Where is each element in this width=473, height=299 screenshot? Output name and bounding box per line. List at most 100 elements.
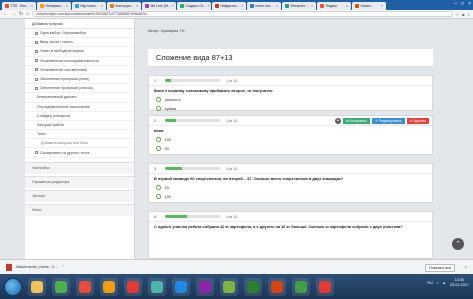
yandex-icon[interactable] — [124, 277, 142, 296]
question-card-3[interactable]: 3 3 из 10 В первой команде 60 спортсмено… — [148, 163, 433, 203]
language-indicator[interactable]: RU — [427, 281, 432, 285]
sidebar-item[interactable]: Ответ в свободной форме — [25, 47, 134, 57]
sidebar-group[interactable]: Параметры редактора — [25, 175, 134, 188]
start-button[interactable] — [4, 277, 22, 296]
back-icon[interactable]: ← — [3, 11, 8, 17]
maximize-button[interactable]: □ — [461, 1, 464, 7]
sidebar-item[interactable]: Заполнение пропусков (поле) — [25, 75, 134, 85]
folder-icon[interactable] — [100, 277, 118, 296]
volume-icon[interactable]: ♪ — [437, 281, 439, 285]
close-tab-icon[interactable]: × — [31, 4, 33, 8]
close-tab-icon[interactable]: × — [101, 4, 103, 8]
chevron-up-icon[interactable]: ⌃ — [62, 265, 65, 269]
sidebar-item[interactable]: Интерактивный диктант — [25, 93, 134, 103]
sidebar-item[interactable]: Установление последовательности — [25, 57, 134, 66]
powerpoint-icon[interactable] — [268, 277, 286, 296]
close-tab-icon[interactable]: × — [172, 4, 174, 8]
browser-tab[interactable]: Конструкт... × — [107, 2, 141, 10]
browser-tab[interactable]: Яндекс × — [317, 2, 351, 10]
show-all-downloads-button[interactable]: Показать все — [425, 264, 455, 272]
sidebar-item[interactable]: Текст — [25, 130, 134, 140]
scroll-to-top-button[interactable]: ⌃ — [452, 238, 464, 250]
sidebar-group[interactable]: Настройки — [25, 161, 134, 174]
paint-icon[interactable] — [292, 277, 310, 296]
answer-option[interactable]: разность — [149, 95, 432, 104]
radio-icon[interactable] — [156, 185, 161, 190]
answer-option[interactable]: 100 — [149, 135, 432, 144]
sidebar-item[interactable]: Один выбор / Мультивыбор — [25, 29, 134, 39]
browser-tab[interactable]: Интернет ... × — [282, 2, 316, 10]
delete-question-button[interactable]: ✕ Удалить — [406, 118, 429, 124]
word-icon[interactable] — [172, 277, 190, 296]
sidebar-group[interactable]: Экспорт — [25, 189, 134, 202]
question-card-2[interactable]: 2 2 из 10 + ⧉ Копировать ✎ Редактировать ✕… — [148, 115, 433, 155]
sidebar-item[interactable]: Скопировать из другого теста — [25, 148, 134, 158]
sidebar-item[interactable]: Установление соответствий — [25, 66, 134, 75]
sidebar-item[interactable]: Заполнение пропусков (список) — [25, 84, 134, 94]
network-icon[interactable]: ▲ — [442, 281, 446, 285]
close-tab-icon[interactable]: × — [207, 4, 209, 8]
explorer-icon[interactable] — [28, 277, 46, 296]
app-icon[interactable] — [148, 277, 166, 296]
media-icon[interactable] — [76, 277, 94, 296]
sidebar-item[interactable]: Ввод числа / текста — [25, 38, 134, 48]
close-download-bar-button[interactable]: × — [465, 264, 467, 269]
answer-option[interactable]: 90 — [149, 144, 432, 153]
question-card-4[interactable]: 4 4 из 10 С одного участка ребята собрал… — [148, 211, 433, 259]
browser-tab[interactable]: Создать От... × — [177, 2, 211, 10]
browser-tab[interactable]: http://cam... × — [72, 2, 106, 10]
close-tab-icon[interactable]: × — [66, 4, 68, 8]
calendar-icon[interactable] — [316, 277, 334, 296]
sidebar-group[interactable]: Итоги — [25, 203, 134, 216]
close-tab-icon[interactable]: × — [346, 4, 348, 8]
reload-icon[interactable]: ↻ — [19, 11, 23, 17]
photo-icon[interactable] — [196, 277, 214, 296]
sidebar-item[interactable]: Слайдер (ползунок) — [25, 112, 134, 121]
download-file-name[interactable]: Attachments_mume...2.... — [16, 265, 58, 269]
close-tab-icon[interactable]: × — [381, 4, 383, 8]
extension-icon[interactable]: ■ — [462, 12, 464, 17]
browser-tab[interactable]: Мп Lern (М... × — [142, 2, 176, 10]
question-actions: + ⧉ Копировать ✎ Редактировать ✕ Удалить — [334, 118, 429, 124]
url-input[interactable]: onlinetestpad.com/account/testmaker/t/25… — [32, 11, 453, 17]
tab-label: Мп Lern (М... — [150, 4, 171, 8]
close-tab-icon[interactable]: × — [136, 4, 138, 8]
minimize-button[interactable]: – — [454, 1, 457, 7]
tab-label: Найди пос... — [220, 4, 240, 8]
browser-tab[interactable]: Найди пос... × — [212, 2, 246, 10]
excel-icon[interactable] — [244, 277, 262, 296]
bookmark-star-icon[interactable]: ☆ — [456, 12, 460, 17]
radio-icon[interactable] — [156, 106, 161, 111]
question-card-1[interactable]: 1 1 из 10 Вопи к первому слагаемому приб… — [148, 75, 433, 111]
radio-icon[interactable] — [156, 137, 161, 142]
sidebar-item[interactable]: Загрузка файла — [25, 121, 134, 131]
clock[interactable]: 13:00 23.01.2017 — [450, 278, 469, 287]
home-icon[interactable]: ⌂ — [26, 11, 29, 17]
delete-label: Удалить — [413, 119, 426, 123]
browser-tab[interactable]: Налич... × — [352, 2, 386, 10]
sidebar-item[interactable]: Добавить вопросы или блок — [25, 139, 134, 149]
sidebar-item[interactable]: Последовательное исключение — [25, 103, 134, 112]
chrome-icon[interactable] — [52, 277, 70, 296]
forward-icon[interactable]: → — [11, 11, 16, 17]
star-icon[interactable] — [220, 277, 238, 296]
radio-icon[interactable] — [156, 97, 161, 102]
browser-tab[interactable]: Интервал... × — [37, 2, 71, 10]
browser-tab[interactable]: TSS - Бел... × — [2, 2, 36, 10]
edit-question-button[interactable]: ✎ Редактировать — [372, 118, 405, 124]
radio-icon[interactable] — [156, 146, 161, 151]
add-question-button[interactable]: + — [334, 118, 341, 124]
close-tab-icon[interactable]: × — [276, 4, 278, 8]
tab-favicon-icon — [250, 4, 254, 8]
answer-option[interactable]: 20 — [149, 183, 432, 192]
answer-option[interactable]: 100 — [149, 192, 432, 201]
question-type-icon — [35, 31, 38, 35]
answer-option[interactable]: сумма — [149, 104, 432, 113]
menu-icon[interactable]: ≡ — [468, 12, 470, 17]
close-window-button[interactable]: × — [468, 1, 471, 7]
browser-tab[interactable]: mmm.nxo... × — [247, 2, 281, 10]
close-tab-icon[interactable]: × — [241, 4, 243, 8]
copy-question-button[interactable]: ⧉ Копировать — [342, 118, 371, 124]
radio-icon[interactable] — [156, 194, 161, 199]
close-tab-icon[interactable]: × — [311, 4, 313, 8]
